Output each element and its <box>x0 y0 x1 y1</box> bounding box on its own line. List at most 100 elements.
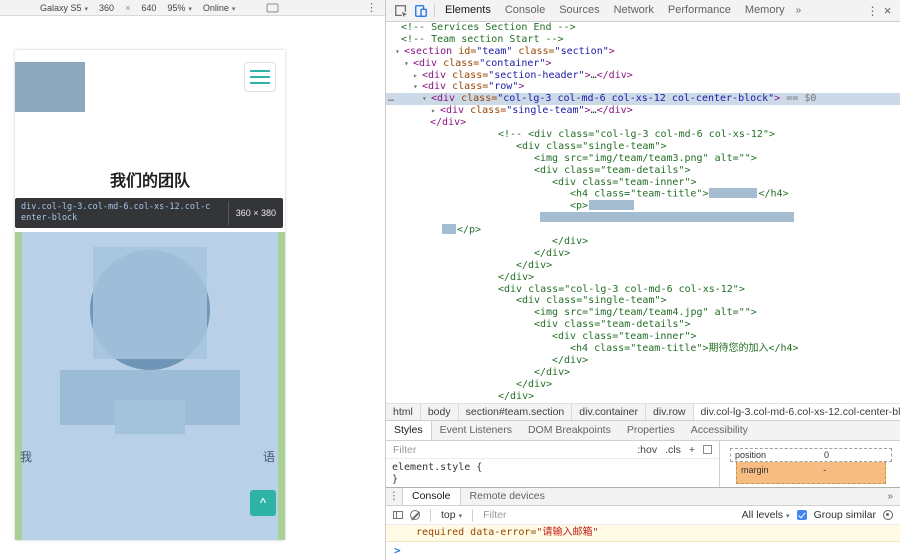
tree-line-22[interactable]: <div class="col-lg-3 col-md-6 col-xs-12"… <box>386 284 900 296</box>
tree-line-19[interactable]: </div> <box>386 248 900 260</box>
console-context-value: top <box>441 509 456 521</box>
tab-performance[interactable]: Performance <box>661 0 738 21</box>
tab-memory[interactable]: Memory <box>738 0 792 21</box>
console-sidebar-icon[interactable] <box>393 511 403 519</box>
tree-line-30[interactable]: </div> <box>386 379 900 391</box>
toggle-element-state-button[interactable]: :hov <box>637 444 657 456</box>
console-settings-icon[interactable] <box>883 510 893 520</box>
drawer-overflow-icon[interactable] <box>887 488 900 505</box>
styles-filter-input[interactable]: Filter <box>386 444 637 456</box>
device-select[interactable]: Galaxy S5 <box>40 3 88 13</box>
new-style-rule-button[interactable]: + <box>689 444 695 456</box>
tree-expander-icon[interactable]: ▾ <box>413 81 422 93</box>
console-filter-input[interactable]: Filter <box>483 509 734 521</box>
device-width-input[interactable]: 360 <box>99 3 114 13</box>
hamburger-menu-button[interactable] <box>244 62 276 92</box>
tab-sources[interactable]: Sources <box>552 0 606 21</box>
console-prompt[interactable]: > <box>386 542 900 557</box>
sidebar-tab-styles[interactable]: Styles <box>386 421 432 440</box>
drawer-menu-icon[interactable] <box>386 488 402 505</box>
tree-token-val: "col-lg-3 col-md-6 col-xs-12 col-center-… <box>497 93 775 105</box>
tree-token-comment: <p> <box>570 200 589 212</box>
tree-line-26[interactable]: <div class="team-inner"> <box>386 331 900 343</box>
rotate-icon[interactable] <box>266 3 279 12</box>
margin-top-value[interactable]: - <box>769 465 881 480</box>
position-top-value[interactable]: 0 <box>766 450 887 460</box>
sidebar-tab-dom-breakpoints[interactable]: DOM Breakpoints <box>520 421 619 440</box>
tree-line-2[interactable]: ▾ <section id="team" class="section"> <box>386 46 900 58</box>
tree-line-3[interactable]: ▾ <div class="container"> <box>386 58 900 70</box>
sidebar-tab-properties[interactable]: Properties <box>619 421 683 440</box>
inspect-element-icon[interactable] <box>391 1 411 21</box>
site-logo-placeholder[interactable] <box>15 62 85 112</box>
tree-expander-icon[interactable]: ▸ <box>413 70 422 82</box>
chevron-down-icon <box>229 3 236 13</box>
tree-line-5[interactable]: ▾ <div class="row"> <box>386 81 900 93</box>
console-levels-select[interactable]: All levels <box>742 509 790 521</box>
tree-line-24[interactable]: <img src="img/team/team4.jpg" alt=""> <box>386 307 900 319</box>
tree-line-12[interactable]: <div class="team-details"> <box>386 165 900 177</box>
sidebar-tab-event-listeners[interactable]: Event Listeners <box>432 421 520 440</box>
tree-line-28[interactable]: </div> <box>386 355 900 367</box>
tree-line-29[interactable]: </div> <box>386 367 900 379</box>
zoom-select[interactable]: 95% <box>167 3 192 13</box>
tree-line-1[interactable]: <!-- Team section Start --> <box>386 34 900 46</box>
tree-line-31[interactable]: </div> <box>386 391 900 403</box>
tree-expander-icon[interactable]: ▾ <box>395 46 404 58</box>
tabs-overflow-icon[interactable] <box>792 5 806 16</box>
tree-line-21[interactable]: </div> <box>386 272 900 284</box>
tree-expander-icon[interactable]: ▸ <box>431 105 440 117</box>
crumb-div-col-lg-3-col-md-6-col-xs-12-col-center-block[interactable]: div.col-lg-3.col-md-6.col-xs-12.col-cent… <box>693 404 900 420</box>
tree-line-8[interactable]: </div> <box>386 117 900 129</box>
styles-panel-icon[interactable] <box>703 445 712 454</box>
box-model-margin[interactable]: margin - <box>736 462 886 484</box>
devtools-menu-icon[interactable] <box>865 2 880 20</box>
tree-line-18[interactable]: </div> <box>386 236 900 248</box>
drawer-tab-console[interactable]: Console <box>402 488 461 505</box>
sidebar-tab-accessibility[interactable]: Accessibility <box>683 421 756 440</box>
throttle-select[interactable]: Online <box>203 3 236 13</box>
tree-expander-icon[interactable]: ▾ <box>422 93 431 105</box>
tab-elements[interactable]: Elements <box>438 0 498 21</box>
device-height-input[interactable]: 640 <box>141 3 156 13</box>
tab-console[interactable]: Console <box>498 0 552 21</box>
devtools-close-icon[interactable] <box>880 2 895 20</box>
tree-line-20[interactable]: </div> <box>386 260 900 272</box>
console-context-select[interactable]: top <box>441 509 462 521</box>
element-classes-button[interactable]: .cls <box>665 444 681 456</box>
clear-console-icon[interactable] <box>410 510 420 520</box>
tree-line-7[interactable]: ▸ <div class="single-team">…</div> <box>386 105 900 117</box>
tree-line-27[interactable]: <h4 class="team-title">期待您的加入</h4> <box>386 343 900 355</box>
tree-line-4[interactable]: ▸ <div class="section-header">…</div> <box>386 70 900 82</box>
tree-line-25[interactable]: <div class="team-details"> <box>386 319 900 331</box>
crumb-section-team-section[interactable]: section#team.section <box>458 404 573 420</box>
tree-line-16[interactable] <box>386 212 900 224</box>
tree-line-9[interactable]: <!-- <div class="col-lg-3 col-md-6 col-x… <box>386 129 900 141</box>
back-to-top-button[interactable]: ^ <box>250 490 276 516</box>
crumb-html[interactable]: html <box>386 404 421 420</box>
tree-line-17[interactable]: </p> <box>386 224 900 236</box>
group-similar-checkbox[interactable] <box>796 510 807 520</box>
tree-line-selected[interactable]: … ▾ <div class="col-lg-3 col-md-6 col-xs-1… <box>386 93 900 106</box>
tree-line-15[interactable]: <p> <box>386 200 900 212</box>
crumb-div-container[interactable]: div.container <box>572 404 647 420</box>
tree-line-0[interactable]: <!-- Services Section End --> <box>386 22 900 34</box>
tree-line-11[interactable]: <img src="img/team/team3.png" alt=""> <box>386 153 900 165</box>
tree-line-10[interactable]: <div class="single-team"> <box>386 141 900 153</box>
tree-line-13[interactable]: <div class="team-inner"> <box>386 177 900 189</box>
breadcrumb: html body section#team.section div.containe… <box>386 403 900 420</box>
tab-network[interactable]: Network <box>607 0 661 21</box>
console-warning-message[interactable]: required data-error="请输入邮箱" <box>386 525 900 542</box>
tree-expander-icon[interactable]: ▾ <box>404 58 413 70</box>
device-toolbar-icon[interactable] <box>411 1 431 21</box>
crumb-body[interactable]: body <box>420 404 459 420</box>
box-model-position[interactable]: position 0 <box>730 448 892 462</box>
tree-line-23[interactable]: <div class="single-team"> <box>386 295 900 307</box>
element-style-rule[interactable]: element.style { } <box>386 459 719 487</box>
tree-token-comment: <div class="team-details"> <box>534 164 691 176</box>
crumb-div-row[interactable]: div.row <box>646 404 694 420</box>
tree-line-14[interactable]: <h4 class="team-title"> </h4> <box>386 188 900 200</box>
tree-token-tag: <div <box>413 57 438 69</box>
drawer-tab-remote-devices[interactable]: Remote devices <box>461 488 554 505</box>
more-menu-icon[interactable] <box>366 1 377 14</box>
